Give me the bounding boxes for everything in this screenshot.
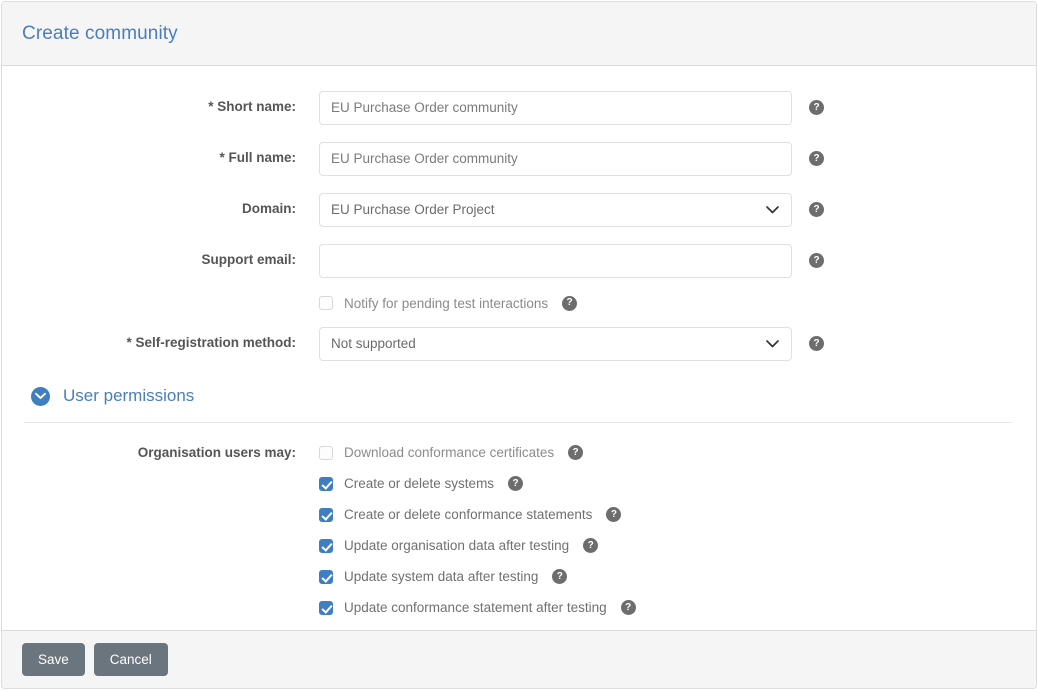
create-or-delete-systems-checkbox[interactable] xyxy=(319,476,333,491)
permission-label: Download conformance certificates xyxy=(344,445,555,460)
domain-label: Domain: xyxy=(242,201,296,217)
self-registration-label: * Self-registration method: xyxy=(126,335,296,351)
notify-pending-test-interactions-checkbox[interactable] xyxy=(319,296,333,310)
help-icon[interactable]: ? xyxy=(809,336,824,351)
self-registration-select[interactable]: Not supported xyxy=(319,326,792,361)
update-system-data-after-testing-checkbox[interactable] xyxy=(319,569,333,584)
full-name-input-wrap xyxy=(319,141,792,176)
user-permissions-header[interactable]: User permissions xyxy=(2,381,1036,411)
field-row-full-name: * Full name: ? xyxy=(2,133,1036,184)
field-row-short-name: * Short name: ? xyxy=(2,82,1036,133)
help-icon[interactable]: ? xyxy=(809,253,824,268)
domain-select[interactable]: EU Purchase Order Project xyxy=(319,192,792,227)
panel-footer: Save Cancel xyxy=(2,630,1036,688)
help-icon[interactable]: ? xyxy=(508,476,524,491)
help-icon[interactable]: ? xyxy=(583,538,599,553)
help-icon[interactable]: ? xyxy=(809,202,824,217)
short-name-input-wrap xyxy=(319,90,792,125)
permission-label: Update conformance statement after testi… xyxy=(344,600,607,615)
update-conformance-statement-after-testing-checkbox[interactable] xyxy=(319,600,333,615)
user-permissions-section: User permissions Organisation users may:… xyxy=(2,381,1036,623)
section-divider xyxy=(24,422,1012,423)
download-conformance-certificates-checkbox[interactable] xyxy=(319,445,333,460)
organisation-users-may-label: Organisation users may: xyxy=(137,445,296,460)
full-name-label: * Full name: xyxy=(219,150,296,166)
field-row-support-email: Support email: ? xyxy=(2,235,1036,286)
support-email-label: Support email: xyxy=(201,252,296,268)
notify-checkbox-row: Notify for pending test interactions ? xyxy=(319,286,1036,320)
permission-label: Update organisation data after testing xyxy=(344,538,570,553)
permissions-list: Organisation users may: Download conform… xyxy=(2,437,1036,623)
permission-row: Create or delete systems ? xyxy=(319,468,1036,499)
help-icon[interactable]: ? xyxy=(552,569,568,584)
create-community-panel: Create community * Short name: ? * Full … xyxy=(1,1,1037,689)
user-permissions-title: User permissions xyxy=(63,386,195,405)
help-icon[interactable]: ? xyxy=(562,295,578,311)
field-row-domain: Domain: EU Purchase Order Project ? xyxy=(2,184,1036,235)
update-organisation-data-after-testing-checkbox[interactable] xyxy=(319,538,333,553)
permission-row: Create or delete conformance statements … xyxy=(319,499,1036,530)
notify-pending-test-interactions-label: Notify for pending test interactions xyxy=(344,295,549,311)
self-registration-select-wrap: Not supported xyxy=(319,326,792,361)
domain-select-wrap: EU Purchase Order Project xyxy=(319,192,792,227)
help-icon[interactable]: ? xyxy=(620,600,636,615)
panel-body: * Short name: ? * Full name: ? Domain: E… xyxy=(2,66,1036,630)
create-or-delete-conformance-statements-checkbox[interactable] xyxy=(319,507,333,522)
cancel-button[interactable]: Cancel xyxy=(93,642,168,677)
short-name-input[interactable] xyxy=(319,90,792,125)
support-email-input[interactable] xyxy=(319,243,792,278)
permission-row: Update system data after testing ? xyxy=(319,561,1036,592)
permission-row: Update organisation data after testing ? xyxy=(319,530,1036,561)
help-icon[interactable]: ? xyxy=(809,100,824,115)
save-button[interactable]: Save xyxy=(22,642,85,677)
full-name-input[interactable] xyxy=(319,141,792,176)
short-name-label: * Short name: xyxy=(208,99,296,115)
permission-label: Update system data after testing xyxy=(344,569,539,584)
panel-header: Create community xyxy=(2,2,1036,66)
help-icon[interactable]: ? xyxy=(809,151,824,166)
help-icon[interactable]: ? xyxy=(606,507,622,522)
help-icon[interactable]: ? xyxy=(568,445,584,460)
permission-row: Organisation users may: Download conform… xyxy=(2,437,1036,468)
field-row-self-registration: * Self-registration method: Not supporte… xyxy=(2,320,1036,367)
permission-row: Update conformance statement after testi… xyxy=(319,592,1036,623)
support-email-input-wrap xyxy=(319,243,792,278)
permission-label: Create or delete conformance statements xyxy=(344,507,593,522)
page-title: Create community xyxy=(22,22,178,44)
permission-label: Create or delete systems xyxy=(344,476,495,491)
chevron-down-circle-icon[interactable] xyxy=(31,386,50,406)
